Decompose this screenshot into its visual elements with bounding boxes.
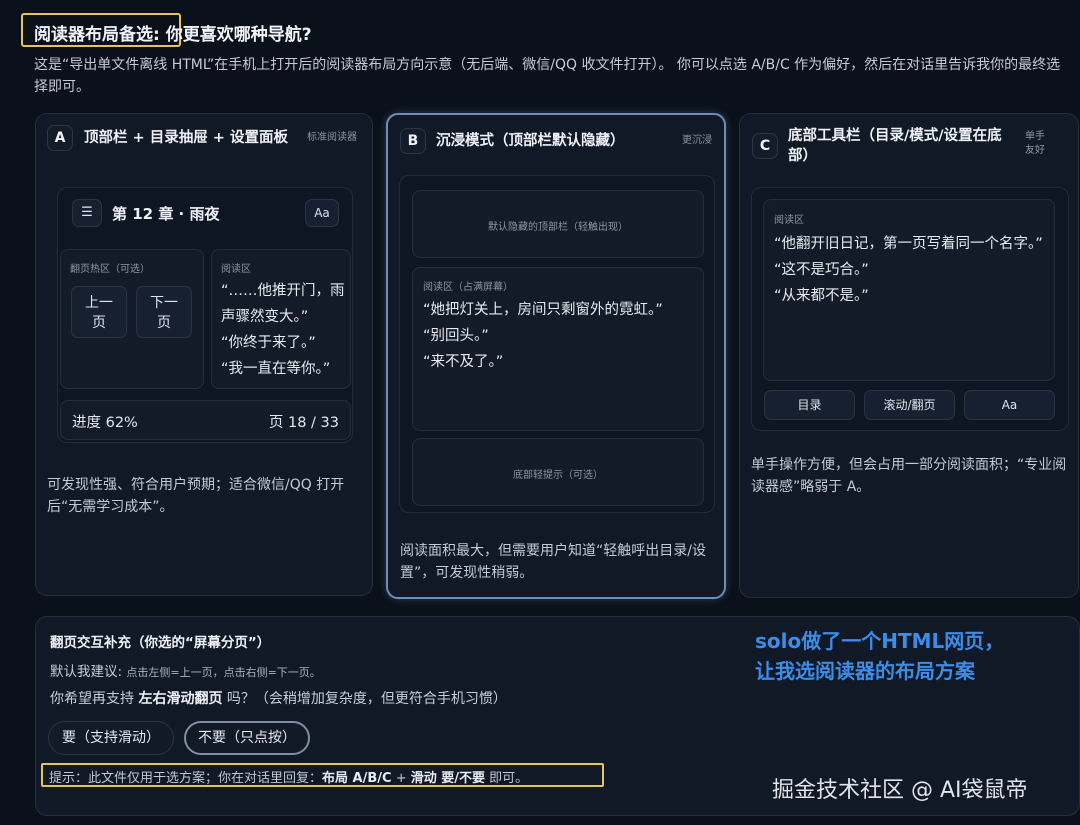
reading-text-c: “他翻开旧日记，第一页写着同一个名字。” “这不是巧合。” “从来都不是。” — [774, 231, 1044, 309]
page-description: 这是“导出单文件离线 HTML”在手机上打开后的阅读器布局方向示意（无后端、微信… — [34, 57, 1061, 95]
font-settings-button[interactable]: Aa — [305, 199, 339, 227]
preview-a: ☰ 第 12 章 · 雨夜 Aa 翻页热区（可选） 上一页 下一页 阅读区 “…… — [57, 187, 353, 443]
reading-text-b: “她把灯关上，房间只剩窗外的霓虹。” “别回头。” “来不及了。” — [423, 297, 703, 375]
tip-text: 提示：此文件仅用于选方案；你在对话里回复：布局 A/B/C + 滑动 要/不要 … — [49, 767, 528, 786]
page-zone-label: 翻页热区（可选） — [70, 264, 150, 275]
quote-line: “从来都不是。” — [774, 288, 869, 304]
card-letter-c: C — [752, 133, 778, 159]
option-swipe-no[interactable]: 不要（只点按） — [184, 721, 310, 755]
reading-area-a: 阅读区 “……他推开门，雨声骤然变大。” “你终于来了。” “我一直在等你。” — [211, 249, 351, 389]
progress-text: 进度 62% — [72, 415, 138, 431]
title-highlight-text: 阅读器布局备选: — [34, 25, 160, 45]
tip-layout: 布局 A/B/C — [322, 771, 392, 786]
quote-line: “他翻开旧日记，第一页写着同一个名字。” — [774, 236, 1043, 252]
quote-line: “她把灯关上，房间只剩窗外的霓虹。” — [423, 302, 663, 318]
suggestion-detail: 点击左侧=上一页，点击右侧=下一页。 — [126, 666, 321, 679]
preview-b: 默认隐藏的顶部栏（轻触出现） 阅读区（占满屏幕） “她把灯关上，房间只剩窗外的霓… — [399, 175, 715, 513]
quote-line: “……他推开门，雨声骤然变大。” — [221, 283, 345, 325]
card-letter-b: B — [400, 128, 426, 154]
reading-label-c: 阅读区 — [774, 215, 804, 226]
card-description-c: 单手操作方便，但会占用一部分阅读面积；“专业阅读器感”略弱于 A。 — [751, 457, 1067, 495]
chapter-title: 第 12 章 · 雨夜 — [112, 205, 220, 223]
question-bold: 左右滑动翻页 — [138, 691, 223, 707]
suggestion-label: 默认我建议: — [50, 664, 123, 680]
option-swipe-yes[interactable]: 要（支持滑动） — [48, 721, 174, 755]
hidden-topbar-hint: 默认隐藏的顶部栏（轻触出现） — [412, 190, 704, 258]
annotation-text: solo做了一个HTML网页， 让我选阅读器的布局方案 — [755, 626, 1004, 686]
preview-c: 阅读区 “他翻开旧日记，第一页写着同一个名字。” “这不是巧合。” “从来都不是… — [751, 187, 1069, 431]
reading-label-b: 阅读区（占满屏幕） — [423, 282, 513, 293]
progress-bar-a: 进度 62% 页 18 / 33 — [60, 400, 351, 440]
reading-label-a: 阅读区 — [221, 264, 251, 275]
option-card-b[interactable]: B 沉浸模式（顶部栏默认隐藏） 更沉浸 默认隐藏的顶部栏（轻触出现） 阅读区（占… — [386, 113, 726, 599]
bottom-hint-label: 底部轻提示（可选） — [513, 470, 603, 481]
card-tag-b: 更沉浸 — [682, 135, 712, 146]
hidden-topbar-label: 默认隐藏的顶部栏（轻触出现） — [488, 222, 628, 233]
suggestion-line: 默认我建议: 点击左侧=上一页，点击右侧=下一页。 — [50, 660, 321, 680]
question-suffix: 吗？（会稍增加复杂度，但更符合手机习惯） — [226, 691, 507, 707]
scroll-page-toggle[interactable]: 滚动/翻页 — [864, 390, 955, 420]
quote-line: “我一直在等你。” — [221, 361, 331, 377]
tip-prefix: 提示：此文件仅用于选方案；你在对话里回复： — [49, 771, 323, 786]
reading-area-b: 阅读区（占满屏幕） “她把灯关上，房间只剩窗外的霓虹。” “别回头。” “来不及… — [412, 267, 704, 431]
card-tag-c: 单手友好 — [1025, 131, 1045, 156]
bottom-hint: 底部轻提示（可选） — [412, 438, 704, 506]
card-title-a: 顶部栏 + 目录抽屉 + 设置面板 — [84, 130, 288, 146]
reading-area-c: 阅读区 “他翻开旧日记，第一页写着同一个名字。” “这不是巧合。” “从来都不是… — [763, 199, 1055, 381]
tip-plus: + — [391, 771, 411, 786]
page-turn-zone: 翻页热区（可选） 上一页 下一页 — [60, 249, 204, 389]
title-question: 你更喜欢哪种导航? — [165, 25, 312, 45]
tip-swipe: 滑动 要/不要 — [410, 771, 486, 786]
option-card-c[interactable]: C 底部工具栏（目录/模式/设置在底部） 单手友好 阅读区 “他翻开旧日记，第一… — [739, 113, 1079, 598]
quote-line: “这不是巧合。” — [774, 262, 869, 278]
question-prefix: 你希望再支持 — [50, 691, 134, 707]
card-description-b: 阅读面积最大，但需要用户知道“轻触呼出目录/设置”，可发现性稍弱。 — [400, 543, 706, 581]
annotation-line: solo做了一个HTML网页， — [755, 629, 1005, 653]
quote-line: “来不及了。” — [423, 354, 504, 370]
option-card-a[interactable]: A 顶部栏 + 目录抽屉 + 设置面板 标准阅读器 ☰ 第 12 章 · 雨夜 … — [35, 113, 373, 596]
annotation-line: 让我选阅读器的布局方案 — [755, 659, 975, 683]
page-title: 阅读器布局备选: 你更喜欢哪种导航? — [34, 20, 312, 45]
next-page-button[interactable]: 下一页 — [136, 286, 192, 338]
page-counter: 页 18 / 33 — [268, 415, 339, 431]
card-title-c: 底部工具栏（目录/模式/设置在底部） — [788, 128, 1002, 164]
prev-page-button[interactable]: 上一页 — [71, 286, 127, 338]
card-description-a: 可发现性强、符合用户预期；适合微信/QQ 打开后“无需学习成本”。 — [47, 477, 345, 515]
card-tag-a: 标准阅读器 — [307, 132, 357, 143]
font-settings-button[interactable]: Aa — [964, 390, 1055, 420]
toc-button[interactable]: 目录 — [764, 390, 855, 420]
swipe-question: 你希望再支持 左右滑动翻页 吗？（会稍增加复杂度，但更符合手机习惯） — [50, 688, 507, 708]
preview-a-topbar: ☰ 第 12 章 · 雨夜 Aa — [69, 196, 341, 232]
card-title-b: 沉浸模式（顶部栏默认隐藏） — [436, 133, 625, 149]
reading-text-a: “……他推开门，雨声骤然变大。” “你终于来了。” “我一直在等你。” — [221, 278, 349, 382]
quote-line: “别回头。” — [423, 328, 489, 344]
quote-line: “你终于来了。” — [221, 335, 316, 351]
tip-suffix: 即可。 — [485, 771, 529, 786]
page-turn-title: 翻页交互补充（你选的“屏幕分页”） — [50, 635, 271, 651]
card-letter-a: A — [47, 125, 73, 151]
watermark: 掘金技术社区 @ AI袋鼠帝 — [772, 778, 1028, 803]
menu-icon[interactable]: ☰ — [72, 199, 102, 227]
